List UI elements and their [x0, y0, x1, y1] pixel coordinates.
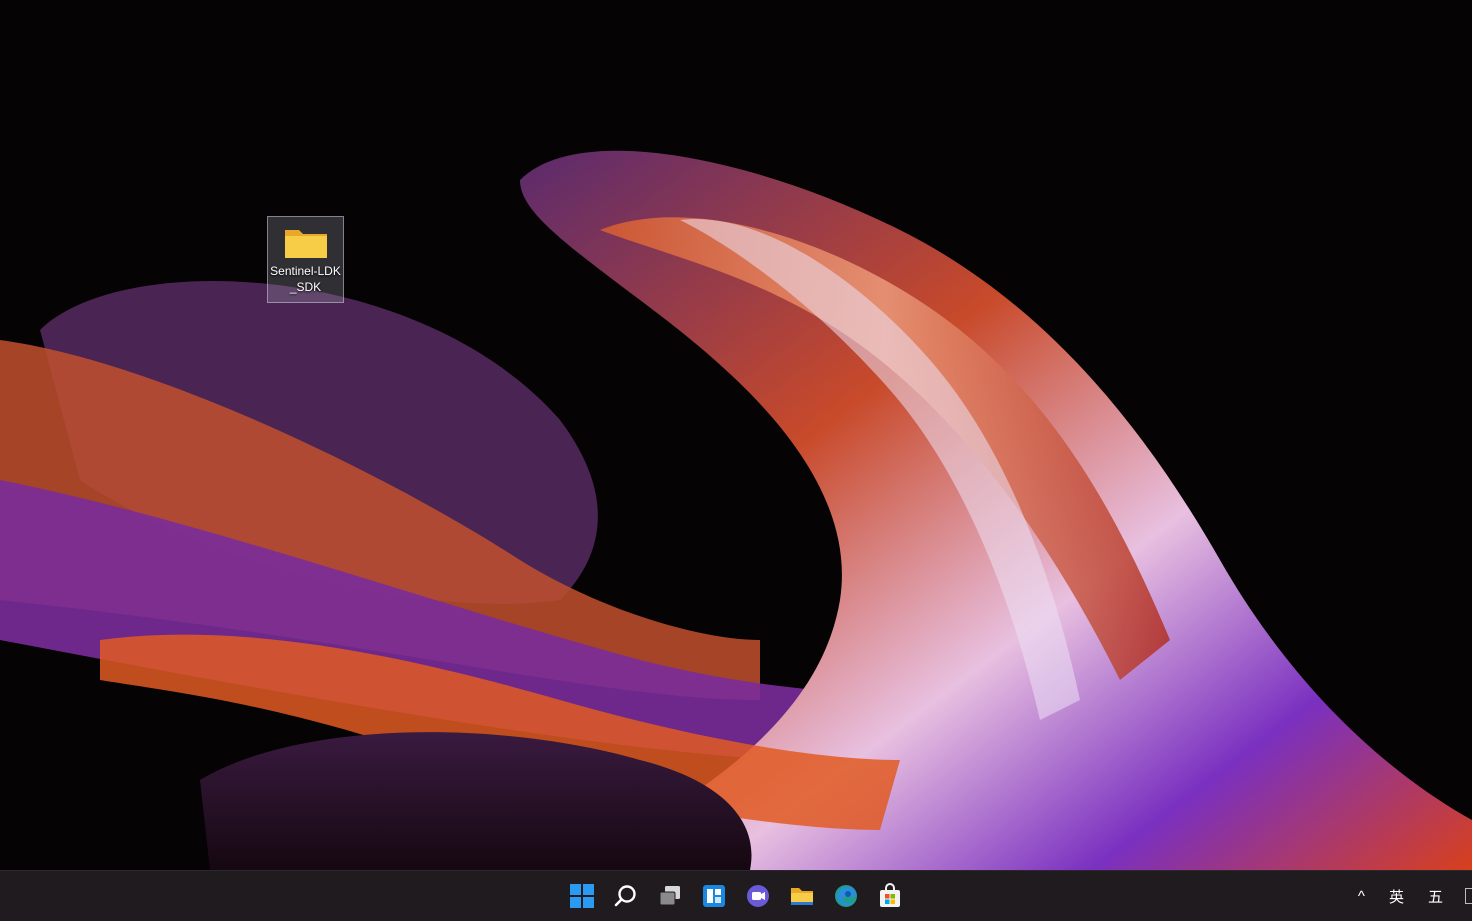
- system-tray: ^ 英 五: [1346, 871, 1472, 921]
- teams-chat-icon: [747, 885, 769, 907]
- store-button[interactable]: [870, 877, 910, 915]
- task-view-icon: [659, 886, 680, 906]
- ime-mode-indicator[interactable]: 五: [1416, 886, 1455, 907]
- widgets-icon: [703, 885, 725, 907]
- edge-icon: [835, 885, 857, 907]
- file-explorer-icon: [791, 888, 813, 905]
- taskbar-app-area: [562, 877, 910, 915]
- search-button[interactable]: [606, 877, 646, 915]
- folder-icon: [284, 230, 327, 258]
- show-hidden-icons-button[interactable]: ^: [1346, 888, 1377, 905]
- widgets-button[interactable]: [694, 877, 734, 915]
- desktop-folder-sentinel-ldk-sdk[interactable]: Sentinel-LDK_SDK: [267, 216, 344, 303]
- teams-chat-button[interactable]: [738, 877, 778, 915]
- input-language-indicator[interactable]: 英: [1377, 886, 1416, 907]
- store-icon: [880, 883, 900, 907]
- windows-logo-icon: [570, 884, 594, 908]
- search-icon: [614, 885, 636, 907]
- taskbar: ^ 英 五: [0, 870, 1472, 921]
- show-desktop-button[interactable]: [1465, 888, 1472, 904]
- edge-button[interactable]: [826, 877, 866, 915]
- task-view-button[interactable]: [650, 877, 690, 915]
- file-explorer-button[interactable]: [782, 877, 822, 915]
- desktop-icon-label: Sentinel-LDK_SDK: [270, 264, 341, 294]
- desktop-wallpaper: [0, 0, 1472, 870]
- start-button[interactable]: [562, 877, 602, 915]
